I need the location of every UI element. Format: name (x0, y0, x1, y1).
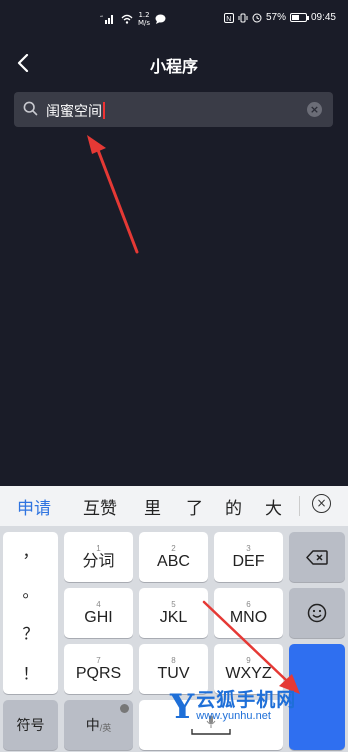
backspace-button[interactable] (289, 532, 345, 582)
search-value-wrap: 闺蜜空间 (46, 101, 105, 121)
battery-icon (289, 13, 309, 22)
candidate-word[interactable]: 了 (186, 494, 203, 519)
key-label: ABC (157, 552, 190, 570)
svg-text:N: N (226, 16, 231, 23)
watermark-name: 云狐手机网 (196, 689, 297, 711)
punct-key[interactable]: ！ (3, 660, 58, 684)
text-caret (103, 102, 105, 119)
punctuation-column[interactable]: ， 。 ？ ！ (3, 532, 58, 694)
battery-percent: 57% (265, 12, 286, 23)
wifi-icon (121, 14, 133, 24)
page-title: 小程序 (149, 57, 198, 76)
key-number: 6 (246, 599, 251, 609)
key-label: DEF (232, 552, 265, 570)
key-5[interactable]: 5 JKL (139, 588, 208, 638)
key-number: 3 (246, 543, 251, 553)
punct-key[interactable]: ？ (3, 620, 58, 644)
key-number: 5 (171, 599, 176, 609)
collapse-keyboard-icon[interactable]: × (312, 494, 331, 513)
key-3[interactable]: 3 DEF (214, 532, 283, 582)
clear-icon[interactable]: × (307, 102, 322, 117)
emoji-icon (307, 603, 327, 623)
punct-key[interactable]: 。 (3, 578, 58, 602)
candidate-word[interactable]: 申请 (17, 494, 51, 519)
signal-icon: “ (100, 15, 113, 24)
alarm-icon (252, 13, 262, 22)
svg-text:“: “ (100, 15, 103, 22)
candidate-divider (299, 496, 300, 516)
key-9[interactable]: 9 WXYZ (214, 644, 283, 694)
key-label: MNO (229, 608, 268, 626)
language-main: 中 (85, 717, 100, 733)
key-7[interactable]: 7 PQRS (64, 644, 133, 694)
key-label: WXYZ (225, 664, 272, 682)
key-number: 4 (96, 599, 101, 609)
key-label: 分词 (82, 552, 115, 570)
key-6[interactable]: 6 MNO (214, 588, 283, 638)
language-switch-button[interactable]: 中/英 (64, 700, 133, 750)
search-icon (23, 101, 38, 116)
candidate-word[interactable]: 里 (144, 494, 161, 519)
key-number: 7 (96, 655, 101, 665)
key-number: 1 (96, 543, 101, 553)
watermark: Y 云狐手机网 www.yunhu.net (170, 687, 296, 727)
key-1[interactable]: 1 分词 (64, 532, 133, 582)
message-icon (155, 14, 166, 24)
symbols-label: 符号 (16, 717, 45, 733)
emoji-button[interactable] (289, 588, 345, 638)
clock: 09:45 (310, 12, 336, 23)
search-value: 闺蜜空间 (46, 104, 102, 120)
key-label: GHI (84, 608, 113, 626)
search-input[interactable]: 闺蜜空间 × (14, 92, 333, 127)
speed-unit: M/s (138, 19, 151, 27)
search-enter-button[interactable] (289, 644, 345, 750)
status-bar: “ 1.2 M/s N 57% 09:45 (0, 0, 348, 38)
key-2[interactable]: 2 ABC (139, 532, 208, 582)
punct-key[interactable]: ， (3, 538, 58, 562)
symbols-button[interactable]: 符号 (3, 700, 58, 750)
key-label: JKL (159, 608, 188, 626)
space-icon (191, 729, 231, 735)
key-number: 9 (246, 655, 251, 665)
key-label: TUV (157, 664, 190, 682)
watermark-url: www.yunhu.net (196, 710, 271, 722)
candidate-word[interactable]: 的 (225, 494, 242, 519)
status-right: N 57% 09:45 (223, 12, 336, 23)
watermark-logo-letter: Y (170, 687, 195, 727)
speed-value: 1.2 (138, 11, 150, 19)
key-4[interactable]: 4 GHI (64, 588, 133, 638)
candidate-word[interactable]: 大 (265, 494, 282, 519)
network-speed: 1.2 M/s (138, 11, 150, 27)
language-switch-label: 中/英 (86, 716, 112, 734)
status-left: “ 1.2 M/s (100, 11, 166, 27)
backspace-icon (306, 549, 328, 565)
key-number: 2 (171, 543, 176, 553)
candidate-bar: 申请 互赞 里 了 的 大 × (0, 486, 348, 526)
lang-menu-dot-icon (120, 704, 129, 713)
candidate-word[interactable]: 互赞 (83, 494, 117, 519)
vibrate-icon (238, 13, 248, 22)
key-number: 8 (171, 655, 176, 665)
language-sub: /英 (99, 723, 112, 733)
watermark-text: 云狐手机网 www.yunhu.net (196, 690, 296, 722)
key-label: PQRS (75, 664, 122, 682)
nfc-icon: N (223, 12, 234, 23)
